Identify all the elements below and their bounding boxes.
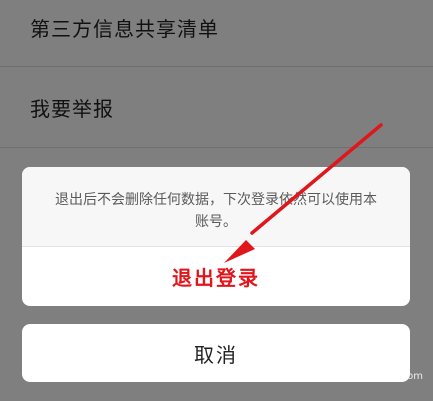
logout-button[interactable]: 退出登录: [22, 247, 410, 306]
settings-item-report[interactable]: 我要举报: [0, 68, 433, 146]
divider: [0, 147, 433, 148]
settings-item-label: 第三方信息共享清单: [30, 16, 219, 41]
dialog-message: 退出后不会删除任何数据，下次登录依然可以使用本账号。: [22, 167, 410, 246]
logout-dialog: 退出后不会删除任何数据，下次登录依然可以使用本账号。 退出登录: [22, 167, 410, 306]
watermark-text: jingyan.baidu.com: [330, 371, 423, 382]
settings-item-third-party-sharing[interactable]: 第三方信息共享清单: [0, 0, 433, 66]
settings-item-label: 我要举报: [30, 96, 114, 121]
divider: [0, 66, 433, 67]
